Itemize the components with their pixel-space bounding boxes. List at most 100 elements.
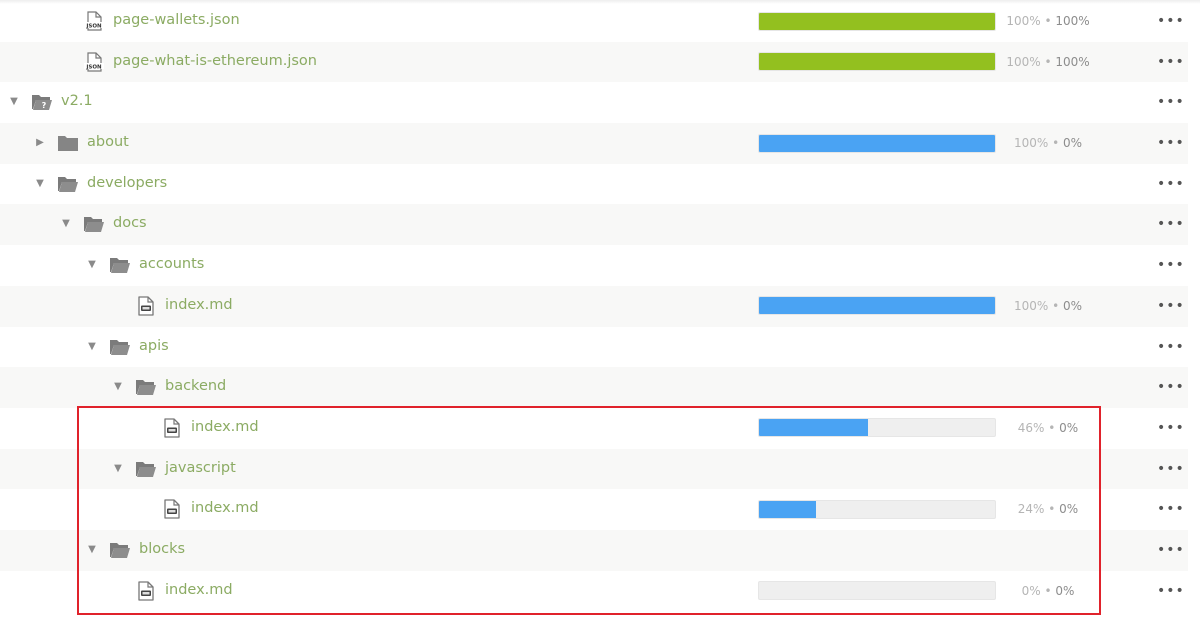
folder-name-link[interactable]: docs xyxy=(113,215,147,231)
file-name-link[interactable]: index.md xyxy=(191,500,259,516)
more-options-icon[interactable]: ••• xyxy=(1157,257,1185,273)
folder-icon xyxy=(57,133,79,153)
progress-fill xyxy=(759,12,995,30)
progress-fill xyxy=(759,419,868,437)
folder-open-icon xyxy=(109,540,131,560)
stats-separator: • xyxy=(1040,14,1056,28)
tree-row-folder[interactable]: ▼ accounts ••• xyxy=(0,245,1188,286)
more-options-icon[interactable]: ••• xyxy=(1157,13,1185,29)
folder-open-icon xyxy=(109,255,131,275)
stats-separator: • xyxy=(1044,420,1060,435)
json-file-icon: JSON xyxy=(83,52,105,72)
translated-percent: 100% xyxy=(1006,54,1041,69)
file-name-link[interactable]: index.md xyxy=(191,419,259,435)
branch-folder-icon: ? xyxy=(31,92,53,112)
collapse-toggle-icon[interactable]: ▼ xyxy=(112,463,124,475)
progress-stats: 100% • 0% xyxy=(988,299,1108,313)
collapse-toggle-icon[interactable]: ▼ xyxy=(112,381,124,393)
progress-stats: 100% • 100% xyxy=(988,55,1108,69)
folder-open-icon xyxy=(135,459,157,479)
more-options-icon[interactable]: ••• xyxy=(1157,542,1185,558)
translation-progress-bar xyxy=(758,133,996,153)
tree-row-file[interactable]: JSON page-what-is-ethereum.json 100% • 100… xyxy=(0,41,1188,83)
collapse-toggle-icon[interactable]: ▼ xyxy=(60,218,72,230)
folder-name-link[interactable]: developers xyxy=(87,175,167,191)
progress-fill xyxy=(759,53,995,71)
tree-row-folder[interactable]: ▼ javascript ••• xyxy=(0,448,1188,490)
more-options-icon[interactable]: ••• xyxy=(1157,298,1185,314)
svg-text:?: ? xyxy=(42,101,47,110)
more-options-icon[interactable]: ••• xyxy=(1157,420,1185,436)
expand-toggle-icon[interactable]: ▶ xyxy=(34,137,46,149)
folder-open-icon xyxy=(57,174,79,194)
markdown-file-icon xyxy=(161,418,183,438)
progress-fill xyxy=(759,500,816,518)
more-options-icon[interactable]: ••• xyxy=(1157,339,1185,355)
translated-percent: 46% xyxy=(1017,420,1045,435)
approved-percent: 0% xyxy=(1062,298,1083,313)
folder-name-link[interactable]: about xyxy=(87,134,129,150)
more-options-icon[interactable]: ••• xyxy=(1157,176,1185,192)
translated-percent: 100% xyxy=(1006,14,1041,28)
more-options-icon[interactable]: ••• xyxy=(1157,54,1185,70)
folder-name-link[interactable]: accounts xyxy=(139,256,204,272)
more-options-icon[interactable]: ••• xyxy=(1157,135,1185,151)
stats-separator: • xyxy=(1048,298,1063,313)
progress-stats: 100% • 100% xyxy=(988,14,1108,28)
markdown-file-icon xyxy=(135,580,157,601)
file-name-link[interactable]: index.md xyxy=(165,297,233,313)
progress-stats: 100% • 0% xyxy=(988,136,1108,150)
tree-row-folder[interactable]: ▼ docs ••• xyxy=(0,204,1188,246)
more-options-icon[interactable]: ••• xyxy=(1157,216,1185,232)
tree-row-file[interactable]: JSON page-wallets.json 100% • 100% ••• xyxy=(0,1,1188,42)
file-name-link[interactable]: index.md xyxy=(165,582,233,598)
translated-percent: 100% xyxy=(1013,298,1049,313)
translation-progress-bar xyxy=(758,418,996,438)
json-file-icon: JSON xyxy=(83,11,105,31)
approved-percent: 100% xyxy=(1055,14,1090,28)
tree-row-file[interactable]: index.md 46% • 0% ••• xyxy=(0,408,1188,449)
tree-row-folder[interactable]: ▼ blocks ••• xyxy=(0,529,1188,571)
more-options-icon[interactable]: ••• xyxy=(1157,94,1185,110)
tree-row-folder[interactable]: ▼ developers ••• xyxy=(0,164,1188,205)
tree-row-file[interactable]: index.md 24% • 0% ••• xyxy=(0,489,1188,530)
stats-separator: • xyxy=(1040,54,1056,69)
folder-name-link[interactable]: apis xyxy=(139,338,169,354)
folder-name-link[interactable]: backend xyxy=(165,378,226,394)
markdown-file-icon xyxy=(135,296,157,316)
approved-percent: 0% xyxy=(1059,502,1079,517)
translation-progress-bar xyxy=(758,11,996,31)
progress-fill xyxy=(759,297,995,315)
translation-progress-bar xyxy=(758,581,996,601)
stats-separator: • xyxy=(1044,502,1060,517)
collapse-toggle-icon[interactable]: ▼ xyxy=(86,341,98,353)
approved-percent: 100% xyxy=(1055,54,1090,69)
tree-row-folder[interactable]: ▶ about 100% • 0% ••• xyxy=(0,123,1188,164)
approved-percent: 0% xyxy=(1059,420,1079,435)
translated-percent: 24% xyxy=(1017,502,1045,517)
folder-name-link[interactable]: javascript xyxy=(165,460,236,476)
folder-name-link[interactable]: v2.1 xyxy=(61,93,93,109)
tree-row-folder[interactable]: ▼ backend ••• xyxy=(0,367,1188,408)
translated-percent: 0% xyxy=(1021,583,1041,598)
more-options-icon[interactable]: ••• xyxy=(1157,379,1185,395)
collapse-toggle-icon[interactable]: ▼ xyxy=(34,178,46,190)
tree-row-folder[interactable]: ▼ apis ••• xyxy=(0,327,1188,368)
progress-stats: 46% • 0% xyxy=(988,421,1108,435)
folder-name-link[interactable]: blocks xyxy=(139,541,185,557)
collapse-toggle-icon[interactable]: ▼ xyxy=(8,96,20,108)
progress-stats: 24% • 0% xyxy=(988,502,1108,516)
more-options-icon[interactable]: ••• xyxy=(1157,583,1185,599)
collapse-toggle-icon[interactable]: ▼ xyxy=(86,259,98,271)
more-options-icon[interactable]: ••• xyxy=(1157,461,1185,477)
tree-row-file[interactable]: index.md 100% • 0% ••• xyxy=(0,285,1188,327)
translation-progress-bar xyxy=(758,499,996,519)
svg-text:JSON: JSON xyxy=(85,24,102,30)
more-options-icon[interactable]: ••• xyxy=(1157,501,1185,517)
translated-percent: 100% xyxy=(1013,136,1049,151)
tree-row-file[interactable]: index.md 0% • 0% ••• xyxy=(0,571,1188,612)
file-name-link[interactable]: page-what-is-ethereum.json xyxy=(113,53,317,69)
file-name-link[interactable]: page-wallets.json xyxy=(113,12,240,28)
collapse-toggle-icon[interactable]: ▼ xyxy=(86,544,98,556)
tree-row-folder[interactable]: ▼? v2.1 ••• xyxy=(0,82,1188,123)
